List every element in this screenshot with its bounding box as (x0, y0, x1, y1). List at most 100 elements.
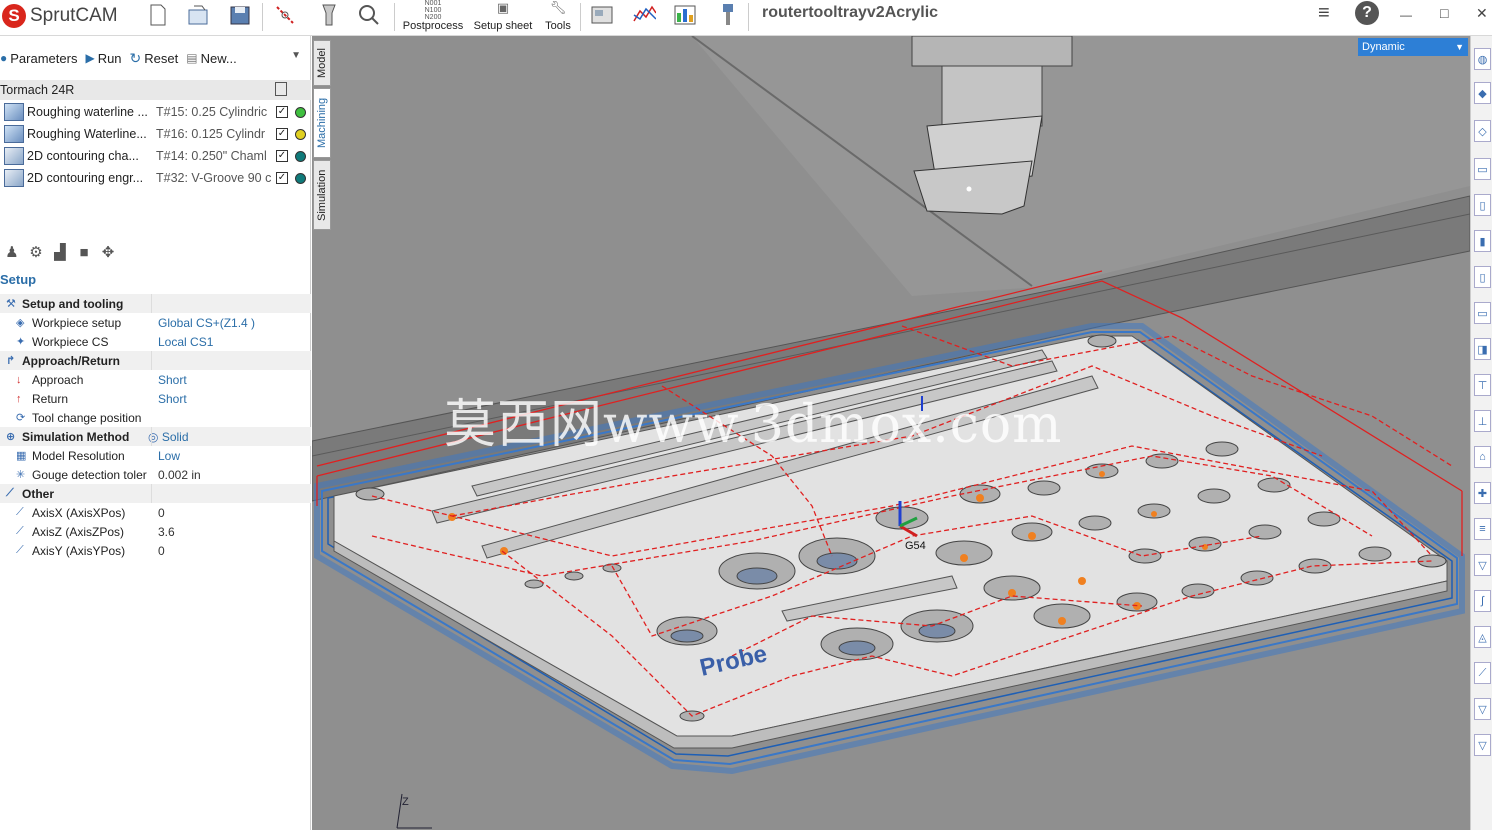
new-operation-button[interactable]: ▤ New... (186, 51, 236, 66)
measure-icon[interactable] (317, 2, 341, 28)
prop-approach[interactable]: ↓ Approach Short (0, 370, 311, 389)
prop-axis-y[interactable]: ⟋ AxisY (AxisYPos) 0 (0, 541, 311, 560)
prop-axis-x[interactable]: ⟋ AxisX (AxisXPos) 0 (0, 503, 311, 522)
zoom-icon[interactable] (357, 2, 381, 28)
prop-return[interactable]: ↑ Return Short (0, 389, 311, 408)
parameters-button[interactable]: ● Parameters (0, 51, 77, 66)
tools-button[interactable]: 🔧︎ Tools (542, 0, 574, 34)
tab-stock-icon[interactable]: ■ (72, 241, 96, 263)
approach-return-icon: ↱ (6, 355, 16, 367)
view-fixture-icon[interactable]: ⌂ (1474, 446, 1491, 468)
tab-tool-icon[interactable]: ♟ (0, 241, 24, 263)
reset-button[interactable]: ↻ Reset (130, 50, 179, 67)
prop-gouge-detection[interactable]: ✳ Gouge detection toler 0.002 in (0, 465, 311, 484)
run-button[interactable]: ▶ Run (85, 51, 121, 66)
view-material-icon[interactable]: ◆ (1474, 82, 1491, 104)
prop-value[interactable]: 0 (158, 544, 165, 558)
prop-value[interactable]: Short (158, 392, 187, 406)
view-top-icon[interactable]: ▯ (1474, 194, 1491, 216)
tab-machine-icon[interactable]: ✥ (96, 241, 120, 263)
tab-feeds-icon[interactable]: ▟ (48, 241, 72, 263)
prop-value[interactable]: 0.002 in (158, 468, 201, 482)
color-scheme-icon[interactable] (673, 2, 697, 28)
operation-row[interactable]: 2D contouring cha... T#14: 0.250" Chaml … (0, 145, 311, 167)
status-indicator-icon (295, 106, 306, 118)
cut-icon[interactable] (273, 2, 297, 28)
prop-label: Return (32, 391, 69, 406)
origin-label: G54 (905, 540, 926, 552)
tab-simulation-label: Simulation (316, 169, 328, 221)
toolpath-chart-icon[interactable] (632, 2, 656, 28)
view-bottom-icon[interactable]: ▭ (1474, 302, 1491, 324)
view-funnel-icon[interactable]: ▽ (1474, 734, 1491, 756)
prop-model-resolution[interactable]: ▦ Model Resolution Low (0, 446, 311, 465)
prop-value: Solid (161, 429, 189, 444)
prop-value[interactable]: 0 (158, 506, 165, 520)
view-holder-icon[interactable]: ⊥ (1474, 410, 1491, 432)
view-axis-icon[interactable]: ✚ (1474, 482, 1491, 504)
tab-simulation[interactable]: Simulation (313, 160, 331, 230)
view-slice-icon[interactable]: ⟋ (1474, 662, 1491, 684)
prop-label: Workpiece setup (32, 315, 122, 330)
new-file-icon[interactable] (146, 2, 170, 28)
menu-icon[interactable]: ≡ (1318, 2, 1330, 25)
operation-checkbox[interactable]: ✓ (276, 128, 288, 140)
tools-label: Tools (545, 20, 571, 32)
approach-icon: ↓ (16, 373, 22, 386)
3d-viewport[interactable]: Probe Dynamic ▼ G54 Z 莫西网www.3dmox.com (312, 36, 1470, 830)
operation-checkbox[interactable]: ✓ (276, 106, 288, 118)
help-icon[interactable]: ? (1355, 1, 1379, 25)
prop-value[interactable]: Local CS1 (158, 335, 213, 349)
prop-value[interactable]: 3.6 (158, 525, 175, 539)
prop-value[interactable]: Global CS+(Z1.4 ) (158, 316, 255, 330)
tool-icon[interactable] (716, 2, 740, 28)
prop-label: AxisX (AxisXPos) (32, 505, 126, 520)
view-mode-dropdown[interactable]: Dynamic ▼ (1358, 38, 1468, 56)
prop-value[interactable]: Short (158, 373, 187, 387)
document-icon[interactable] (275, 82, 287, 96)
prop-group-setup-tooling[interactable]: ⚒ Setup and tooling (0, 294, 311, 313)
view-front-icon[interactable]: ▭ (1474, 158, 1491, 180)
operation-checkbox[interactable]: ✓ (276, 150, 288, 162)
view-curve-icon[interactable]: ∫ (1474, 590, 1491, 612)
operation-row[interactable]: Roughing Waterline... T#16: 0.125 Cylind… (0, 123, 311, 145)
close-button[interactable]: ✕ (1476, 5, 1488, 22)
tab-gears-icon[interactable]: ⚙ (24, 241, 48, 263)
prop-value-wrap[interactable]: ◎ Solid (148, 430, 189, 444)
operation-checkbox[interactable]: ✓ (276, 172, 288, 184)
prop-tool-change-position[interactable]: ⟳ Tool change position (0, 408, 311, 427)
save-icon[interactable] (228, 2, 252, 28)
view-globe-icon[interactable]: ◍ (1474, 48, 1491, 70)
operation-row[interactable]: Roughing waterline ... T#15: 0.25 Cylind… (0, 101, 311, 123)
minimize-button[interactable]: — (1400, 8, 1412, 22)
machine-view-icon[interactable] (590, 2, 614, 28)
prop-group-simulation-method[interactable]: ⊕ Simulation Method ◎ Solid (0, 427, 311, 446)
view-list-icon[interactable]: ≡ (1474, 518, 1491, 540)
machine-header[interactable]: Tormach 24R (0, 80, 311, 100)
app-name: SprutCAM (30, 5, 118, 26)
prop-group-other[interactable]: ⟋ Other (0, 484, 311, 503)
prop-group-approach-return[interactable]: ↱ Approach/Return (0, 351, 311, 370)
view-iso-icon[interactable]: ◇ (1474, 120, 1491, 142)
view-side-icon[interactable]: ▮ (1474, 230, 1491, 252)
prop-axis-z[interactable]: ⟋ AxisZ (AxisZPos) 3.6 (0, 522, 311, 541)
view-filter-icon[interactable]: ▽ (1474, 554, 1491, 576)
view-shade-icon[interactable]: ◨ (1474, 338, 1491, 360)
setup-sheet-button[interactable]: ▣ Setup sheet (472, 0, 534, 34)
prop-value[interactable]: Low (158, 449, 180, 463)
prop-workpiece-cs[interactable]: ✦ Workpiece CS Local CS1 (0, 332, 311, 351)
postprocess-button[interactable]: N001 N100 N200 Postprocess (400, 0, 466, 34)
tab-model[interactable]: Model (313, 40, 331, 86)
operation-row[interactable]: 2D contouring engr... T#32: V-Groove 90 … (0, 167, 311, 189)
chevron-down-icon[interactable]: ▼ (291, 50, 301, 61)
view-section-icon[interactable]: ◬ (1474, 626, 1491, 648)
maximize-button[interactable]: □ (1440, 5, 1448, 21)
play-icon: ▶ (85, 51, 95, 65)
prop-workpiece-setup[interactable]: ◈ Workpiece setup Global CS+(Z1.4 ) (0, 313, 311, 332)
axis-z-label: Z (402, 796, 409, 808)
view-back-icon[interactable]: ▯ (1474, 266, 1491, 288)
tab-machining[interactable]: Machining (313, 88, 331, 158)
open-file-icon[interactable] (186, 2, 210, 28)
view-tool-icon[interactable]: ⊤ (1474, 374, 1491, 396)
view-funnel-icon[interactable]: ▽ (1474, 698, 1491, 720)
